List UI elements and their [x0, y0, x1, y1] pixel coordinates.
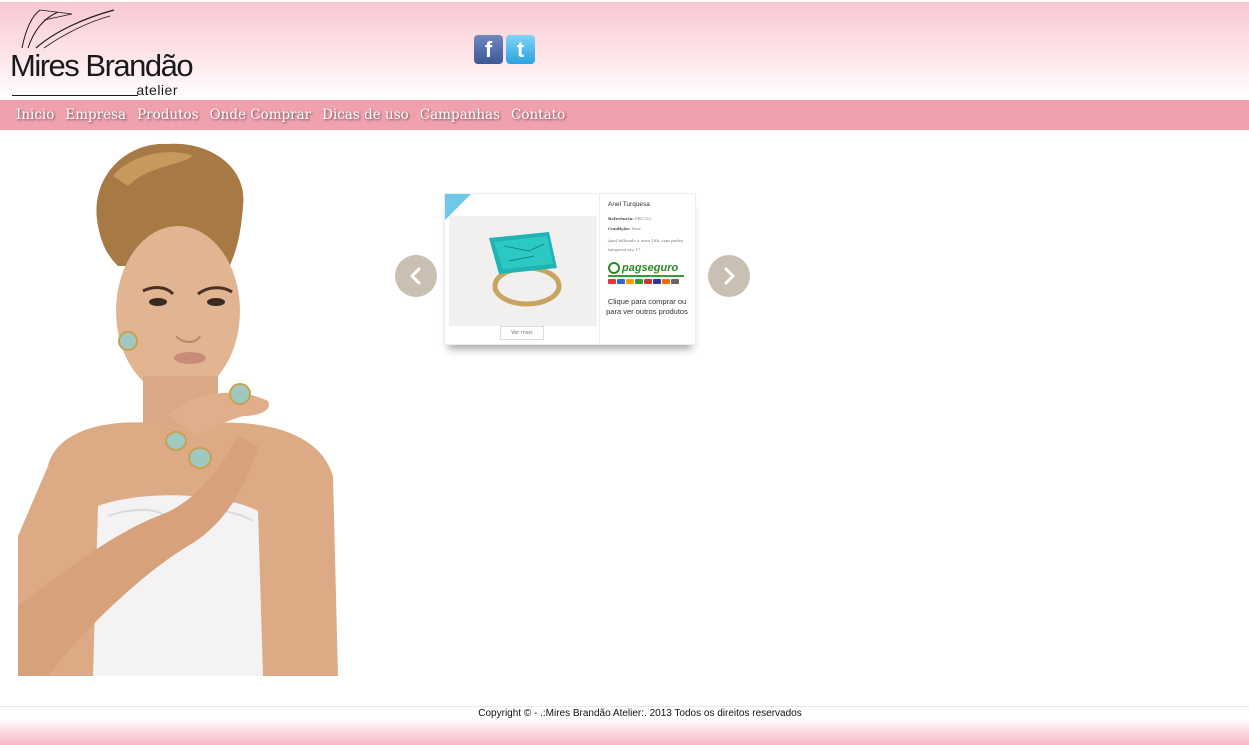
- condition-value: New: [631, 226, 641, 231]
- slider-next-button[interactable]: [708, 255, 750, 297]
- product-condition: Condição: New: [608, 226, 641, 231]
- chevron-right-icon: [724, 267, 735, 285]
- product-photo[interactable]: [449, 216, 597, 326]
- logo-underline: [12, 95, 138, 96]
- social-links: f t: [474, 35, 535, 64]
- facebook-icon[interactable]: f: [474, 35, 503, 64]
- page: Mires Brandão atelier f t Inicio Empresa…: [0, 0, 1249, 745]
- nav-item-campanhas[interactable]: Campanhas: [420, 107, 500, 123]
- payment-cards-icons: [608, 279, 684, 284]
- card-divider: [599, 194, 600, 344]
- site-logo[interactable]: Mires Brandão atelier: [10, 8, 194, 100]
- brand-name: Mires Brandão: [10, 48, 194, 83]
- main-nav: Inicio Empresa Produtos Onde Comprar Dic…: [0, 100, 1249, 130]
- reference-label: Referência:: [608, 216, 634, 221]
- pagseguro-logo[interactable]: pagseguro: [608, 262, 684, 290]
- footer-band: [0, 718, 1249, 745]
- header: Mires Brandão atelier f t: [0, 0, 1249, 100]
- pagseguro-underline: [608, 275, 684, 277]
- nav-item-dicas-de-uso[interactable]: Dicas de uso: [322, 107, 409, 123]
- see-more-button[interactable]: Ver mais: [500, 326, 544, 340]
- nav-item-inicio[interactable]: Inicio: [16, 107, 54, 123]
- footer-divider: [0, 706, 1249, 707]
- nav-item-contato[interactable]: Contato: [511, 107, 565, 123]
- see-more-label: Ver mais: [511, 330, 533, 336]
- product-card[interactable]: Ver mais Anel Turquesa Referência: PR172…: [444, 193, 696, 345]
- buy-cta[interactable]: Clique para comprar ou para ver outros p…: [605, 297, 689, 317]
- nav-item-produtos[interactable]: Produtos: [137, 107, 198, 123]
- twitter-icon[interactable]: t: [506, 35, 535, 64]
- product-name: Anel Turquesa: [608, 201, 650, 208]
- logo-swoosh-icon: [21, 9, 115, 49]
- nav-item-empresa[interactable]: Empresa: [65, 107, 126, 123]
- model-photo: [18, 136, 338, 676]
- condition-label: Condição:: [608, 226, 631, 231]
- product-reference: Referência: PR1720: [608, 216, 651, 221]
- pagseguro-badge-icon: [608, 262, 620, 274]
- nav-item-onde-comprar[interactable]: Onde Comprar: [210, 107, 312, 123]
- product-description: Anel folheado a ouro 18k, com pedra turq…: [608, 238, 683, 252]
- brand-subtitle: atelier: [136, 82, 178, 98]
- reference-value: PR1720: [635, 216, 651, 221]
- slider-prev-button[interactable]: [395, 255, 437, 297]
- pagseguro-wordmark: pagseguro: [608, 262, 684, 274]
- chevron-left-icon: [410, 267, 421, 285]
